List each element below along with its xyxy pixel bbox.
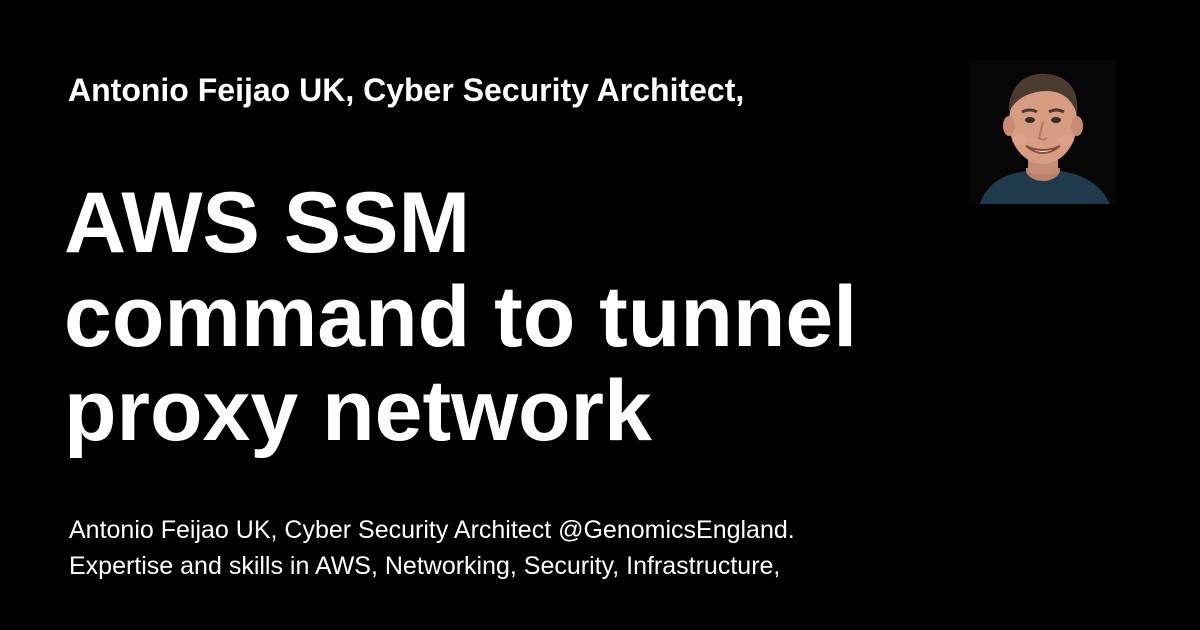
page-title: AWS SSM command to tunnel proxy network <box>64 176 944 458</box>
author-line: Antonio Feijao UK, Cyber Security Archit… <box>68 72 745 108</box>
title-line-1: AWS SSM <box>64 175 471 271</box>
description-line-1: Antonio Feijao UK, Cyber Security Archit… <box>69 516 795 544</box>
description-line-2: Expertise and skills in AWS, Networking,… <box>69 552 781 580</box>
person-photo-icon <box>970 60 1116 204</box>
author-avatar <box>970 60 1116 204</box>
title-line-3: proxy network <box>64 363 652 459</box>
title-line-2: command to tunnel <box>64 269 858 365</box>
social-preview-card: Antonio Feijao UK, Cyber Security Archit… <box>0 0 1200 630</box>
description: Antonio Feijao UK, Cyber Security Archit… <box>69 512 969 584</box>
